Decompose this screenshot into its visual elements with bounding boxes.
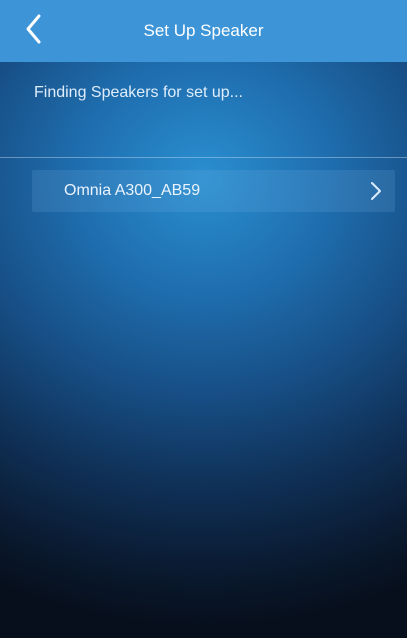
speaker-name: Omnia A300_AB59 [64,182,201,199]
speaker-list-item[interactable]: Omnia A300_AB59 [32,170,395,212]
setup-speaker-screen: Set Up Speaker Finding Speakers for set … [0,0,407,638]
chevron-left-icon [24,12,64,46]
chevron-right-icon [369,181,383,201]
back-button[interactable] [24,12,64,52]
finding-status-text: Finding Speakers for set up... [34,84,243,101]
divider [0,157,407,158]
header-bar: Set Up Speaker [0,0,407,62]
